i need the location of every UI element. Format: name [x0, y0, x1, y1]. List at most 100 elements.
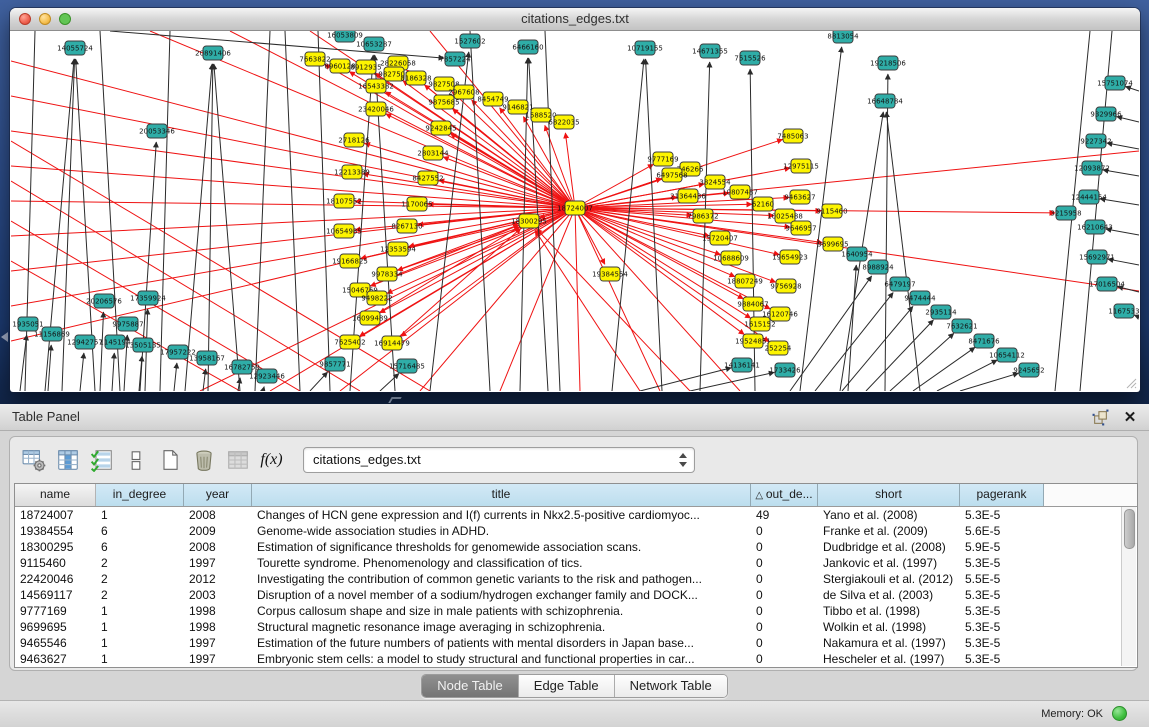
- graph-node[interactable]: 9777169: [647, 152, 678, 166]
- graph-node[interactable]: 20891406: [195, 46, 231, 60]
- collapse-sidebar-arrow[interactable]: [1, 332, 8, 342]
- graph-node[interactable]: 16914479: [374, 336, 410, 350]
- graph-node[interactable]: 9978334: [371, 267, 403, 281]
- graph-node[interactable]: 8471676: [968, 334, 1000, 348]
- graph-node[interactable]: 9975887: [112, 317, 143, 331]
- graph-node[interactable]: 10654112: [989, 348, 1025, 362]
- graph-node[interactable]: 252254: [765, 341, 792, 355]
- graph-node[interactable]: 8988924: [862, 260, 894, 274]
- table-row[interactable]: 977716911998Corpus callosum shape and si…: [15, 603, 1137, 619]
- graph-node[interactable]: 12975115: [783, 159, 819, 173]
- table-row[interactable]: 946554611997Estimation of the future num…: [15, 635, 1137, 651]
- graph-node[interactable]: 10719155: [627, 41, 663, 55]
- window-resize-grip[interactable]: [1125, 377, 1137, 389]
- window-titlebar[interactable]: citations_edges.txt: [10, 8, 1140, 31]
- table-row[interactable]: 1456911722003Disruption of a novel membe…: [15, 587, 1137, 603]
- graph-node[interactable]: 7515526: [734, 51, 766, 65]
- graph-node[interactable]: 14671355: [692, 44, 728, 58]
- table-scrollbar-thumb[interactable]: [1124, 509, 1135, 549]
- graph-node[interactable]: 17016504: [1089, 277, 1125, 291]
- table-row[interactable]: 946362711997Embryonic stem cells: a mode…: [15, 651, 1137, 667]
- graph-node[interactable]: 7857224: [439, 52, 471, 66]
- graph-node[interactable]: 6479197: [884, 277, 915, 291]
- graph-node[interactable]: 9699695: [817, 237, 848, 251]
- column-header-year[interactable]: year: [184, 484, 252, 506]
- graph-node[interactable]: 8813054: [827, 31, 859, 43]
- graph-node[interactable]: 12942757: [67, 335, 103, 349]
- graph-node[interactable]: 20053346: [139, 124, 175, 138]
- column-header-title[interactable]: title: [252, 484, 751, 506]
- function-builder-icon[interactable]: f(x): [256, 445, 287, 476]
- tab-network-table[interactable]: Network Table: [615, 675, 727, 697]
- table-row[interactable]: 1830029562008Estimation of significance …: [15, 539, 1137, 555]
- graph-node[interactable]: 17359924: [130, 291, 166, 305]
- import-table-icon[interactable]: [222, 445, 253, 476]
- graph-node[interactable]: 15751074: [1097, 76, 1133, 90]
- column-settings-icon[interactable]: [18, 445, 49, 476]
- graph-node[interactable]: 23420046: [358, 102, 394, 116]
- graph-node[interactable]: 10688609: [713, 251, 749, 265]
- new-column-icon[interactable]: [154, 445, 185, 476]
- graph-node[interactable]: 14055724: [57, 41, 93, 55]
- graph-node[interactable]: 15692971: [1079, 250, 1115, 264]
- graph-node[interactable]: 10654985: [326, 224, 362, 238]
- table-row[interactable]: 1872400712008Changes of HCN gene express…: [15, 507, 1137, 523]
- table-row[interactable]: 1938455462009Genome-wide association stu…: [15, 523, 1137, 539]
- graph-node[interactable]: 16648784: [867, 94, 903, 108]
- column-header-out_de[interactable]: △ out_de...: [751, 484, 818, 506]
- graph-node[interactable]: 1167533: [1108, 304, 1139, 318]
- graph-node[interactable]: 18107552: [326, 194, 362, 208]
- tab-node-table[interactable]: Node Table: [422, 675, 519, 697]
- table-row[interactable]: 969969511998Structural magnetic resonanc…: [15, 619, 1137, 635]
- graph-node[interactable]: 15716485: [389, 359, 425, 373]
- column-header-pagerank[interactable]: pagerank: [960, 484, 1044, 506]
- graph-node[interactable]: 19166825: [332, 254, 368, 268]
- graph-node[interactable]: 7485063: [777, 129, 808, 143]
- close-button[interactable]: [19, 13, 31, 25]
- graph-node[interactable]: 1170065: [401, 197, 432, 211]
- tab-edge-table[interactable]: Edge Table: [519, 675, 615, 697]
- column-header-in_degree[interactable]: in_degree: [96, 484, 184, 506]
- graph-node[interactable]: 12353594: [380, 242, 416, 256]
- graph-node[interactable]: 9227342: [1080, 134, 1111, 148]
- table-row[interactable]: 2242004622012Investigating the contribut…: [15, 571, 1137, 587]
- graph-node[interactable]: 20206576: [86, 294, 122, 308]
- graph-node[interactable]: 8267130: [391, 219, 422, 233]
- graph-node[interactable]: 12444154: [1071, 190, 1107, 204]
- graph-node[interactable]: 7632621: [946, 319, 977, 333]
- graph-node[interactable]: 9463627: [784, 190, 815, 204]
- network-canvas[interactable]: 1405572420891406160538091065328715276027…: [11, 31, 1139, 391]
- graph-node[interactable]: 15720407: [702, 231, 738, 245]
- show-columns-icon[interactable]: [52, 445, 83, 476]
- graph-node[interactable]: 21364436: [670, 189, 706, 203]
- float-panel-icon[interactable]: [1091, 408, 1109, 426]
- graph-node[interactable]: 9884067: [737, 297, 768, 311]
- clear-selection-icon[interactable]: [120, 445, 151, 476]
- graph-node[interactable]: 1935051: [12, 317, 43, 331]
- graph-node[interactable]: 16210643: [1077, 220, 1113, 234]
- column-header-short[interactable]: short: [818, 484, 960, 506]
- close-panel-icon[interactable]: ✕: [1121, 408, 1139, 426]
- graph-node[interactable]: 62160: [752, 197, 774, 211]
- table-selector-dropdown[interactable]: citations_edges.txt: [303, 447, 695, 473]
- table-scrollbar[interactable]: [1121, 507, 1136, 666]
- graph-node[interactable]: 7986372: [687, 209, 718, 223]
- graph-node[interactable]: 3824554: [699, 175, 731, 189]
- graph-node[interactable]: 19654923: [772, 250, 808, 264]
- graph-node[interactable]: 1640954: [841, 247, 873, 261]
- graph-node[interactable]: 1733426: [769, 363, 801, 377]
- graph-node[interactable]: 9756928: [770, 279, 801, 293]
- graph-node[interactable]: 12093872: [1074, 161, 1110, 175]
- graph-node[interactable]: 3215958: [1050, 206, 1081, 220]
- graph-node[interactable]: 6466160: [512, 40, 543, 54]
- select-all-rows-icon[interactable]: [86, 445, 117, 476]
- graph-node[interactable]: 9329966: [1090, 107, 1122, 121]
- graph-node[interactable]: 2718126: [338, 133, 370, 147]
- column-header-name[interactable]: name: [15, 484, 96, 506]
- delete-columns-icon[interactable]: [188, 445, 219, 476]
- graph-node[interactable]: 1527602: [454, 34, 485, 48]
- graph-node[interactable]: 19218506: [870, 56, 906, 70]
- zoom-button[interactable]: [59, 13, 71, 25]
- minimize-button[interactable]: [39, 13, 51, 25]
- graph-node[interactable]: 9245652: [1013, 363, 1044, 377]
